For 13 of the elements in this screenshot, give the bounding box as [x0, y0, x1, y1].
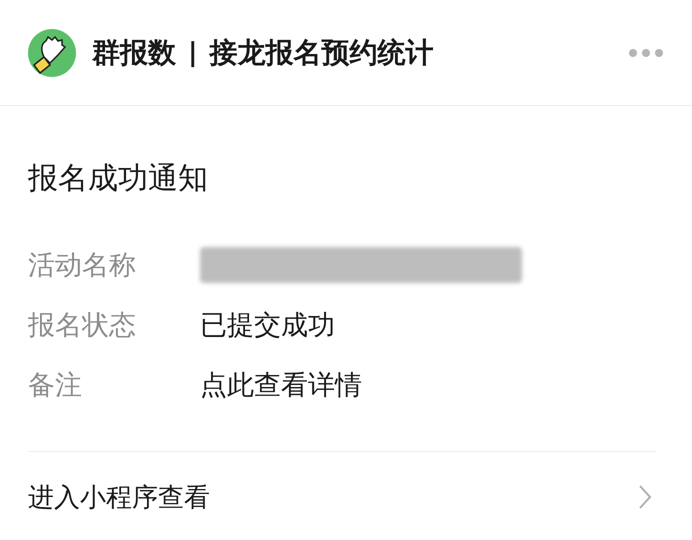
open-mini-program-link[interactable]: 进入小程序查看 [28, 451, 656, 540]
notice-title: 报名成功通知 [28, 160, 209, 198]
app-name: 群报数 [92, 34, 176, 70]
field-label: 活动名称 [28, 249, 137, 283]
field-label: 报名状态 [28, 309, 137, 343]
chevron-right-icon [638, 484, 652, 510]
field-value: 已提交成功 [200, 309, 335, 343]
field-value: 点此查看详情 [200, 369, 362, 403]
separator: | [188, 38, 198, 68]
more-icon[interactable] [628, 48, 664, 58]
app-subtitle: 接龙报名预约统计 [210, 34, 434, 70]
field-label: 备注 [28, 369, 83, 403]
hand-logo-icon [28, 28, 76, 76]
